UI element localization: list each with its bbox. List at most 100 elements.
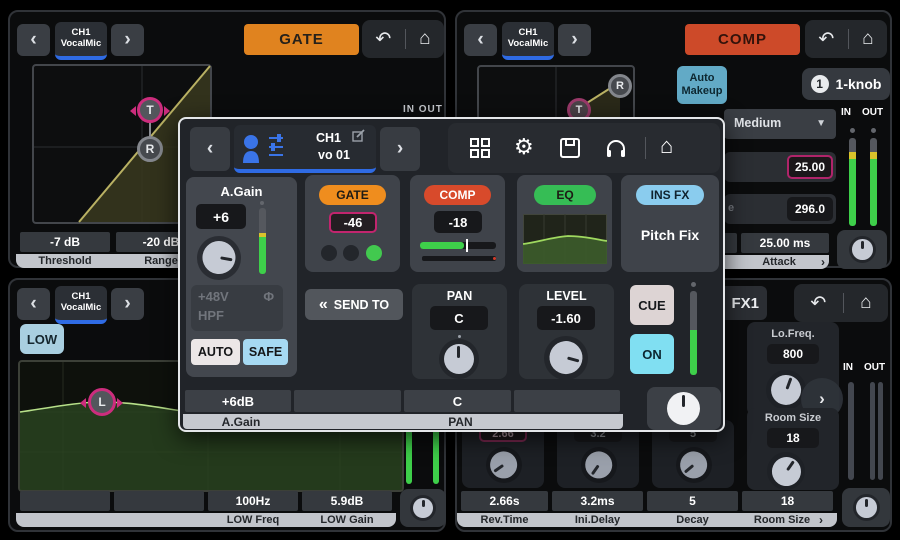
edit-icon [352,129,365,142]
channel-select-button[interactable]: CH1 VocalMic [55,22,107,60]
level-title: LEVEL [519,289,614,303]
overlay-footer-labels: A.Gain PAN [183,414,623,429]
in-meter [849,138,856,226]
undo-icon[interactable]: ↶ [375,28,391,51]
phantom-hpf-box[interactable]: +48V Φ HPF [191,285,283,331]
comp-threshold-value[interactable]: 25.00 [787,155,833,179]
eq-card[interactable]: EQ [517,175,612,272]
channel-next-button[interactable]: › [111,288,144,320]
save-icon[interactable] [558,136,582,160]
gate-card[interactable]: GATE -46 [305,175,400,272]
room-size-value[interactable]: 18 [767,428,819,448]
meter-in-label: IN [843,362,853,373]
pan-value[interactable]: C [430,306,488,330]
gate-pill-button[interactable]: GATE [319,185,386,205]
channel-select-button[interactable]: CH1 VocalMic [55,286,107,324]
channel-prev-button[interactable]: ‹ [17,288,50,320]
footer-cell[interactable] [514,390,620,412]
comp-type-dropdown[interactable]: Medium ▼ [724,109,836,139]
undo-icon[interactable]: ↶ [810,292,826,315]
cue-button[interactable]: CUE [630,285,674,325]
level-knob[interactable] [544,336,588,380]
threshold-value-cell[interactable]: -7 dB [20,232,110,252]
send-back-icon: « [319,296,328,314]
ins-fx-card[interactable]: INS FX Pitch Fix [621,175,719,272]
overlay-prev-channel-button[interactable]: ‹ [190,127,230,171]
back-icon: ‹ [477,29,483,51]
safe-button[interactable]: SAFE [243,339,288,365]
footer-cell[interactable] [294,390,401,412]
footer-again-cell[interactable]: +6dB [185,390,291,412]
comp-card[interactable]: COMP -18 [410,175,505,272]
touch-knob-button[interactable] [647,387,721,430]
pan-footer-label: PAN [407,414,514,429]
channel-prev-button[interactable]: ‹ [17,24,50,56]
channel-next-button[interactable]: › [111,24,144,56]
gate-title-button[interactable]: GATE [244,24,359,55]
attack-value-cell[interactable]: 25.00 ms [741,233,829,253]
eq-low-band-marker[interactable]: L [88,388,116,416]
decay-knob[interactable] [676,447,712,483]
chevron-right-icon: › [817,255,829,269]
overlay-channel-button[interactable]: CH1 vo 01 [234,125,376,173]
gate-range-marker[interactable]: R [137,136,163,162]
room-size-label: Room Size [747,412,839,424]
view-grid-icon[interactable] [468,136,492,160]
auto-makeup-button[interactable]: Auto Makeup [677,66,727,104]
comp-value[interactable]: -18 [434,211,482,233]
channel-prev-button[interactable]: ‹ [464,24,497,56]
overlay-next-channel-button[interactable]: › [380,127,420,171]
headphones-icon[interactable] [604,136,628,160]
home-icon[interactable]: ⌂ [660,133,673,159]
in-meter [848,382,854,480]
ini-delay-knob[interactable] [581,447,617,483]
comp-release-value[interactable]: 296.0 [787,197,833,221]
low-freq-value-cell[interactable]: 100Hz [208,491,298,511]
one-knob-button[interactable]: 1 1-knob [802,68,890,100]
lo-freq-value[interactable]: 800 [767,344,819,364]
footer-cell[interactable] [20,491,110,511]
auto-gain-button[interactable]: AUTO [191,339,240,365]
rev-time-cell[interactable]: 2.66s [461,491,548,511]
forward-icon: › [124,293,130,315]
settings-gear-icon[interactable]: ⚙ [514,134,534,160]
touch-knob-button[interactable] [837,230,887,269]
pan-knob[interactable] [439,339,479,379]
channel-select-button[interactable]: CH1 VocalMic [502,22,554,60]
comp-pill-button[interactable]: COMP [424,185,491,205]
on-button[interactable]: ON [630,334,674,374]
room-size-knob[interactable] [767,452,805,490]
again-value[interactable]: +6 [196,204,246,229]
home-icon[interactable]: ⌂ [862,28,873,50]
level-card: LEVEL -1.60 [519,284,614,379]
decay-cell[interactable]: 5 [647,491,738,511]
undo-icon[interactable]: ↶ [818,28,834,51]
ini-delay-cell[interactable]: 3.2ms [552,491,643,511]
comp-title-button[interactable]: COMP [685,24,800,55]
low-gain-value-cell[interactable]: 5.9dB [302,491,392,511]
touch-knob-button[interactable] [400,489,446,527]
room-size-cell[interactable]: 18 [742,491,833,511]
again-knob[interactable] [197,236,241,280]
low-band-button[interactable]: LOW [20,324,64,354]
level-value[interactable]: -1.60 [537,306,595,330]
rev-time-knob[interactable] [486,447,522,483]
home-icon[interactable]: ⌂ [419,28,430,50]
home-icon[interactable]: ⌂ [860,292,871,314]
comp-ratio-marker[interactable]: R [608,74,632,98]
footer-pan-cell[interactable]: C [404,390,511,412]
lo-freq-label: Lo.Freq. [747,328,839,340]
touch-knob-button[interactable] [842,488,890,527]
decay-label: Decay [647,513,738,527]
footer-cell[interactable] [114,491,204,511]
again-footer-label: A.Gain [188,414,294,429]
ins-fx-pill-button[interactable]: INS FX [636,185,704,205]
channel-next-button[interactable]: › [558,24,591,56]
mixer-screen: ‹ CH1 VocalMic › GATE ↶ ⌂ IN OUT T R -7 … [0,0,900,540]
send-to-button[interactable]: « SEND TO [305,289,403,320]
vocalist-icon [241,133,267,163]
gate-value[interactable]: -46 [329,212,377,233]
eq-pill-button[interactable]: EQ [534,185,596,205]
gate-threshold-marker[interactable]: T [137,97,163,123]
lo-freq-knob[interactable] [766,370,806,410]
